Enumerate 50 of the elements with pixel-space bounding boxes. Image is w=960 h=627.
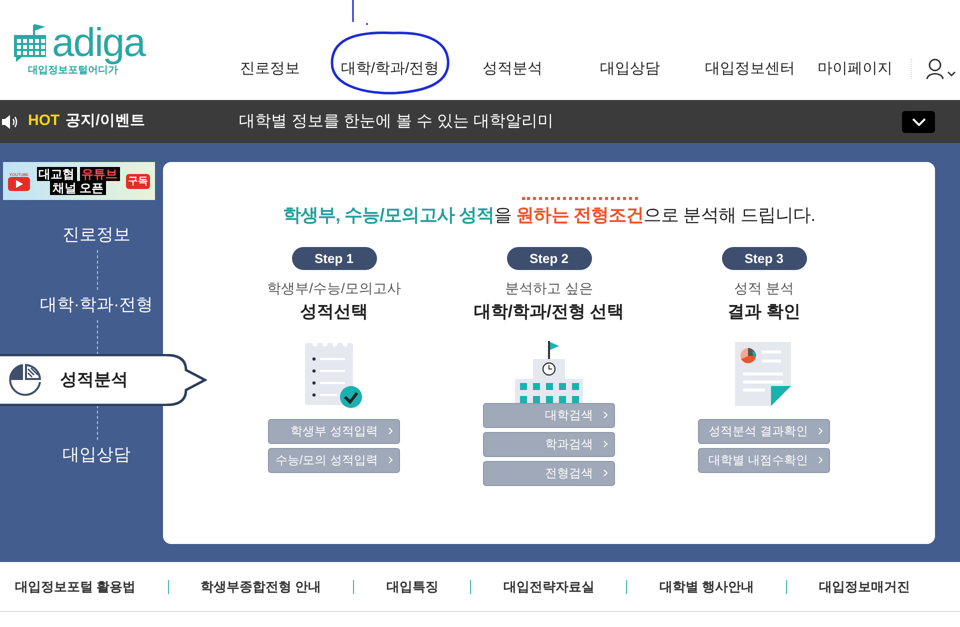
chevron-down-icon xyxy=(912,118,926,126)
user-icon[interactable] xyxy=(926,58,958,80)
banner-text: 대교협 xyxy=(36,167,76,181)
pie-chart-icon xyxy=(8,363,42,397)
subscribe-badge: 구독 xyxy=(126,174,150,188)
sidebar-item[interactable]: 대학·학과·전형 xyxy=(40,290,154,320)
hot-label: HOT xyxy=(28,111,60,132)
headline: 학생부, 수능/모의고사 성적을 원하는 전형조건으로 분석해 드립니다. xyxy=(282,192,816,229)
sidebar-item[interactable]: 대입상담 xyxy=(62,440,130,470)
sidebar-item[interactable]: 성적분석 xyxy=(0,354,207,406)
logo-icon xyxy=(12,22,48,62)
chevron-right-icon xyxy=(603,411,608,419)
step-badge: Step 1 xyxy=(292,247,376,270)
step-title: 성적선택 xyxy=(300,301,368,323)
chevron-right-icon xyxy=(388,456,393,464)
step-badge: Step 3 xyxy=(722,247,806,270)
play-icon xyxy=(8,176,30,190)
sidebar-item[interactable]: 진로정보 xyxy=(62,220,130,250)
footer-link[interactable]: 대학별 행사안내 xyxy=(659,576,754,596)
footer-link[interactable]: 대입정보매거진 xyxy=(818,576,910,596)
nav-link[interactable]: 대입상담 xyxy=(600,58,660,80)
pen-mark xyxy=(350,0,370,26)
nav-link[interactable]: 대입정보센터 xyxy=(705,58,795,80)
footer-link[interactable]: 학생부종합전형 안내 xyxy=(200,576,322,596)
speaker-icon xyxy=(2,114,18,128)
chevron-right-icon xyxy=(818,427,823,435)
checklist-icon xyxy=(305,340,363,408)
logo-tagline: 대입정보포털어디가 xyxy=(28,64,118,78)
step-subtitle: 성적 분석 xyxy=(734,279,794,298)
nav-link[interactable]: 마이페이지 xyxy=(818,58,892,80)
footer-link[interactable]: 대입정보포털 활용법 xyxy=(15,576,136,596)
chevron-right-icon xyxy=(388,427,393,435)
notice-text[interactable]: 대학별 정보를 한눈에 볼 수 있는 대학알리미 xyxy=(238,110,554,134)
step-subtitle: 학생부/수능/모의고사 xyxy=(267,279,401,298)
chevron-right-icon xyxy=(603,440,608,448)
nav-link[interactable]: 진로정보 xyxy=(240,58,300,80)
notice-label: 공지/이벤트 xyxy=(66,111,145,132)
step-subtitle: 분석하고 싶은 xyxy=(505,279,593,298)
step-title: 결과 확인 xyxy=(728,301,800,323)
banner-text: 채널 오픈 xyxy=(50,181,106,195)
banner-text: 유튜브 xyxy=(80,167,120,181)
nav-link[interactable]: 성적분석 xyxy=(482,58,542,80)
report-document-icon xyxy=(735,342,793,408)
footer-link[interactable]: 대입특징 xyxy=(386,576,438,596)
step-title: 대학/학과/전형 선택 xyxy=(474,301,624,323)
expand-button[interactable] xyxy=(902,110,935,132)
step-badge: Step 2 xyxy=(506,247,592,270)
chevron-right-icon xyxy=(818,456,823,464)
chevron-right-icon xyxy=(603,469,608,477)
footer-link[interactable]: 대입전략자료실 xyxy=(503,576,594,596)
